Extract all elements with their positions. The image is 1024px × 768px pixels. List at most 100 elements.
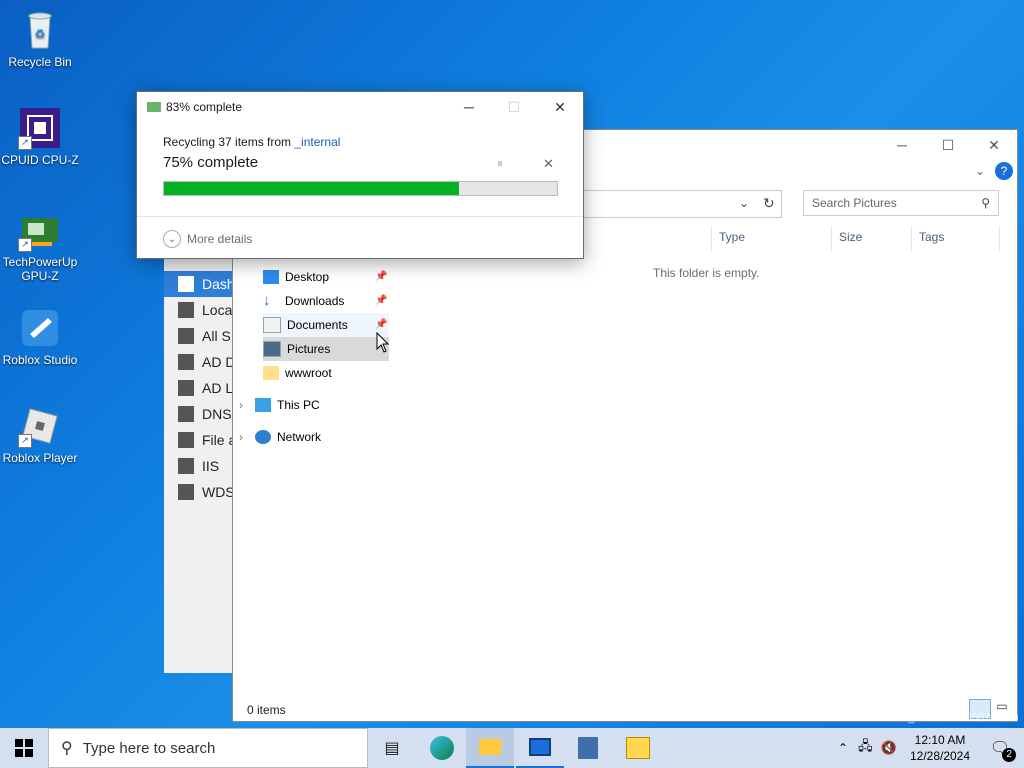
column-header-type[interactable]: Type <box>719 230 745 244</box>
recycling-status: Recycling 37 items from _internal <box>163 135 341 149</box>
ribbon-expand-icon[interactable]: ⌄ <box>975 164 985 178</box>
clock-time: 12:10 AM <box>914 733 966 747</box>
servers-icon <box>178 328 194 344</box>
column-separator <box>999 226 1000 252</box>
nav-item-network[interactable]: Network <box>255 425 321 449</box>
search-placeholder: Search Pictures <box>812 196 897 210</box>
status-bar-item-count: 0 items <box>247 703 286 717</box>
taskbar-app-button[interactable] <box>614 728 662 768</box>
dialog-divider <box>137 216 583 217</box>
taskbar-server-manager-button[interactable] <box>516 728 564 768</box>
volume-muted-icon[interactable]: 🔇 <box>881 740 897 756</box>
gpuz-icon: ↗ <box>18 208 62 252</box>
progress-bar-fill <box>164 182 459 195</box>
search-icon: ⚲ <box>61 740 73 757</box>
source-folder-link[interactable]: _internal <box>294 135 340 149</box>
desktop-icon-label: Roblox Player <box>2 451 78 465</box>
taskbar-file-explorer-button[interactable] <box>466 728 514 768</box>
pin-icon[interactable]: 📌 <box>375 319 387 330</box>
taskbar: ⚲ Type here to search ▤ ⌃ 🖧 🔇 12:10 AM 1… <box>0 728 1024 768</box>
pin-icon[interactable]: 📌 <box>375 271 387 282</box>
nav-item-pictures[interactable]: Pictures <box>263 337 389 361</box>
edge-icon <box>430 736 454 760</box>
notification-icon: 🗨 2 <box>990 738 1017 762</box>
recycle-progress-dialog: 83% complete ─ ☐ ✕ Recycling 37 items fr… <box>136 91 584 259</box>
action-center-button[interactable]: 🗨 2 <box>976 728 1024 768</box>
desktop-icon-roblox-studio[interactable]: Roblox Studio <box>0 306 80 367</box>
show-hidden-icons-button[interactable]: ⌃ <box>838 741 848 755</box>
column-separator <box>711 226 712 252</box>
dialog-close-button[interactable]: ✕ <box>540 94 580 120</box>
nav-item-wwwroot[interactable]: wwwroot <box>263 361 332 385</box>
task-view-icon: ▤ <box>384 740 400 757</box>
shortcut-arrow-icon: ↗ <box>18 238 32 252</box>
address-dropdown-icon[interactable]: ⌄ <box>739 196 749 210</box>
maximize-button[interactable]: ☐ <box>925 130 971 160</box>
column-header-size[interactable]: Size <box>839 230 862 244</box>
desktop-icon-label: Roblox Studio <box>2 353 78 367</box>
taskbar-clock[interactable]: 12:10 AM 12/28/2024 <box>908 732 972 764</box>
system-tray: ⌃ 🖧 🔇 <box>838 728 897 768</box>
windows-build-watermark: Build 20348.fe_release.210507-1500 <box>838 712 1019 724</box>
downloads-icon: ↓ <box>263 292 271 309</box>
iis-icon <box>178 458 194 474</box>
network-tray-icon[interactable]: 🖧 <box>858 737 873 759</box>
wds-icon <box>178 484 194 500</box>
taskbar-admin-tools-button[interactable] <box>564 728 612 768</box>
desktop-icon-roblox-player[interactable]: ↗ Roblox Player <box>0 404 80 465</box>
pictures-icon <box>263 341 281 357</box>
desktop-icon-cpuz[interactable]: ↗ CPUID CPU-Z <box>0 106 80 167</box>
computer-icon <box>255 398 271 412</box>
admin-tools-icon <box>578 737 598 759</box>
pin-icon[interactable]: 📌 <box>375 295 387 306</box>
desktop-icon-recycle-bin[interactable]: ♻ Recycle Bin <box>0 8 80 69</box>
file-operation-icon <box>147 102 161 112</box>
desktop-icon-label: TechPowerUp GPU-Z <box>2 255 78 283</box>
refresh-icon[interactable]: ↻ <box>763 195 775 212</box>
dns-icon <box>178 406 194 422</box>
desktop-icon-label: Recycle Bin <box>8 55 72 69</box>
cancel-operation-button[interactable]: ✕ <box>543 156 554 172</box>
mouse-cursor-icon <box>376 332 390 353</box>
task-view-button[interactable]: ▤ <box>368 728 416 768</box>
dialog-maximize-button: ☐ <box>507 98 521 115</box>
progress-percent: 75% complete <box>163 154 259 171</box>
dashboard-icon <box>178 276 194 292</box>
shortcut-arrow-icon: ↗ <box>18 434 32 448</box>
progress-bar <box>163 181 558 196</box>
dialog-minimize-button[interactable]: ─ <box>449 94 489 120</box>
pause-button[interactable]: ⏸ <box>497 156 503 171</box>
ad-lds-icon <box>178 380 194 396</box>
desktop-folder-icon <box>263 270 279 284</box>
ad-ds-icon <box>178 354 194 370</box>
notification-badge: 2 <box>1002 748 1017 762</box>
more-details-button[interactable]: ⌄ More details <box>163 230 252 248</box>
start-button[interactable] <box>0 728 48 768</box>
shortcut-arrow-icon: ↗ <box>18 136 32 150</box>
help-icon[interactable]: ? <box>995 162 1013 180</box>
column-header-tags[interactable]: Tags <box>919 230 944 244</box>
desktop-icon-gpuz[interactable]: ↗ TechPowerUp GPU-Z <box>0 208 80 283</box>
nav-item-this-pc[interactable]: This PC <box>255 393 320 417</box>
recycle-bin-icon: ♻ <box>18 8 62 52</box>
nav-item-downloads[interactable]: ↓ Downloads <box>263 289 344 313</box>
chevron-right-icon[interactable]: › <box>239 398 243 412</box>
file-explorer-icon <box>479 739 501 755</box>
folder-icon <box>263 366 279 380</box>
network-icon <box>255 430 271 444</box>
chevron-down-circle-icon: ⌄ <box>163 230 181 248</box>
chevron-right-icon[interactable]: › <box>239 430 243 444</box>
roblox-player-icon: ↗ <box>18 404 62 448</box>
documents-icon <box>263 317 281 333</box>
taskbar-search-input[interactable]: ⚲ Type here to search <box>48 728 368 768</box>
clock-date: 12/28/2024 <box>909 749 971 763</box>
search-icon: ⚲ <box>981 196 990 210</box>
server-manager-icon <box>529 738 551 756</box>
close-button[interactable]: ✕ <box>971 130 1017 160</box>
nav-item-desktop[interactable]: Desktop <box>263 265 329 289</box>
nav-item-documents[interactable]: Documents <box>263 313 389 337</box>
search-input[interactable]: Search Pictures ⚲ <box>803 190 999 216</box>
taskbar-edge-button[interactable] <box>418 728 466 768</box>
column-separator <box>831 226 832 252</box>
minimize-button[interactable]: ─ <box>879 130 925 160</box>
